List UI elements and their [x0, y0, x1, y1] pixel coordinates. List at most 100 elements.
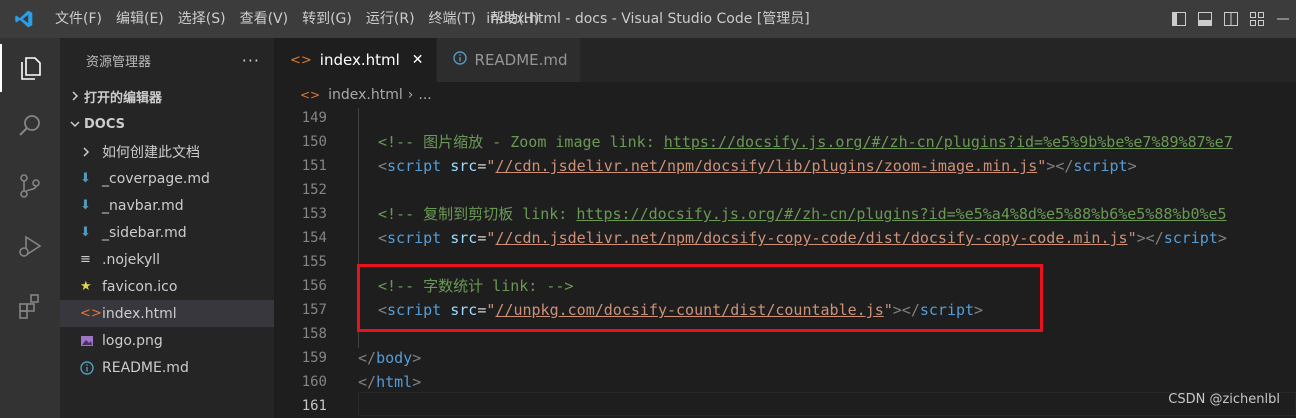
code-text: </html> — [358, 373, 422, 391]
line-number: 153 — [301, 206, 327, 222]
tree-item-label: _sidebar.md — [102, 224, 187, 241]
activity-bar — [0, 38, 60, 418]
menu-view[interactable]: 查看(V) — [233, 0, 296, 38]
tree-file-navbar[interactable]: ⬇ _navbar.md — [60, 192, 274, 219]
line-number: 157 — [301, 302, 327, 318]
code-text: <!-- 图片缩放 - Zoom image link: https://doc… — [378, 133, 1233, 151]
code-line: 153 <!-- 复制到剪切板 link: https://docsify.js… — [274, 202, 1296, 226]
tree-item-label: index.html — [102, 305, 177, 322]
html-icon: <> — [300, 88, 321, 102]
folder-section[interactable]: DOCS — [60, 110, 274, 138]
html-icon: <> — [80, 306, 102, 321]
menu-bar: 文件(F) 编辑(E) 选择(S) 查看(V) 转到(G) 运行(R) 终端(T… — [48, 0, 546, 38]
tree-item-label: .nojekyll — [102, 251, 161, 268]
minimize-icon[interactable] — [1270, 0, 1296, 38]
code-text: <script src="//cdn.jsdelivr.net/npm/docs… — [378, 157, 1137, 175]
tree-file-index[interactable]: <> index.html — [60, 300, 274, 327]
search-icon[interactable] — [0, 102, 60, 150]
explorer-title: 资源管理器 — [86, 54, 152, 70]
tree-file-nojekyll[interactable]: ≡ .nojekyll — [60, 246, 274, 273]
chevron-down-icon — [66, 118, 84, 130]
extensions-icon[interactable] — [0, 282, 60, 330]
tree-file-sidebar[interactable]: ⬇ _sidebar.md — [60, 219, 274, 246]
breadcrumb-separator: › — [407, 87, 414, 103]
code-line: 150 <!-- 图片缩放 - Zoom image link: https:/… — [274, 130, 1296, 154]
line-number: 155 — [301, 254, 327, 270]
toggle-secondary-sidebar-icon[interactable] — [1218, 0, 1244, 38]
tab-label: README.md — [474, 51, 568, 69]
script-src-link[interactable]: //cdn.jsdelivr.net/npm/docsify-copy-code… — [495, 229, 1127, 247]
tree-item-label: _navbar.md — [102, 197, 184, 214]
more-actions-icon[interactable]: ··· — [242, 51, 260, 70]
code-text: <script src="//cdn.jsdelivr.net/npm/docs… — [378, 229, 1227, 247]
comment-link[interactable]: https://docsify.js.org/#/zh-cn/plugins?i… — [664, 133, 1233, 151]
info-icon — [452, 51, 467, 69]
tree-item-label: favicon.ico — [102, 278, 178, 295]
tree-item-label: logo.png — [102, 332, 163, 349]
line-number: 161 — [301, 398, 327, 414]
menu-run[interactable]: 运行(R) — [359, 0, 422, 38]
code-line: 151 <script src="//cdn.jsdelivr.net/npm/… — [274, 154, 1296, 178]
breadcrumb-file[interactable]: index.html — [328, 87, 403, 103]
editor-tabs: <> index.html ✕ README.md — [274, 38, 1296, 82]
close-icon[interactable]: ✕ — [412, 52, 424, 68]
vscode-logo-icon — [0, 0, 48, 38]
line-number: 159 — [301, 350, 327, 366]
line-number: 160 — [301, 374, 327, 390]
layout-controls — [1166, 0, 1296, 38]
tree-file-coverpage[interactable]: ⬇ _coverpage.md — [60, 165, 274, 192]
code-editor[interactable]: 149 150 <!-- 图片缩放 - Zoom image link: htt… — [274, 108, 1296, 418]
tree-item-label: _coverpage.md — [102, 170, 210, 187]
open-editors-label: 打开的编辑器 — [84, 90, 163, 106]
script-src-link[interactable]: //cdn.jsdelivr.net/npm/docsify/lib/plugi… — [495, 157, 1037, 175]
tree-file-logo[interactable]: logo.png — [60, 327, 274, 354]
breadcrumb: <> index.html › ... — [274, 82, 1296, 108]
comment-link[interactable]: https://docsify.js.org/#/zh-cn/plugins?i… — [576, 205, 1226, 223]
code-text: </body> — [358, 349, 422, 367]
toggle-panel-icon[interactable] — [1192, 0, 1218, 38]
line-number: 154 — [301, 230, 327, 246]
code-line: 152 — [274, 178, 1296, 202]
star-icon: ★ — [80, 279, 92, 294]
menu-terminal[interactable]: 终端(T) — [422, 0, 483, 38]
chevron-right-icon — [66, 90, 84, 102]
line-number: 152 — [301, 182, 327, 198]
menu-edit[interactable]: 编辑(E) — [109, 0, 171, 38]
title-bar: 文件(F) 编辑(E) 选择(S) 查看(V) 转到(G) 运行(R) 终端(T… — [0, 0, 1296, 38]
customize-layout-icon[interactable] — [1244, 0, 1270, 38]
run-debug-icon[interactable] — [0, 222, 60, 270]
annotation-highlight-box — [357, 264, 1043, 332]
menu-go[interactable]: 转到(G) — [295, 0, 359, 38]
tree-folder-docs-guide[interactable]: 如何创建此文档 — [60, 138, 274, 165]
tab-readme-md[interactable]: README.md — [436, 38, 581, 82]
line-number: 151 — [301, 158, 327, 174]
image-icon — [80, 334, 102, 348]
tree-file-readme[interactable]: README.md — [60, 354, 274, 381]
explorer-icon[interactable] — [0, 44, 60, 92]
menu-selection[interactable]: 选择(S) — [171, 0, 233, 38]
source-control-icon[interactable] — [0, 162, 60, 210]
markdown-icon: ⬇ — [80, 198, 91, 213]
menu-file[interactable]: 文件(F) — [48, 0, 109, 38]
toggle-sidebar-icon[interactable] — [1166, 0, 1192, 38]
breadcrumb-rest[interactable]: ... — [418, 87, 431, 103]
explorer-sidebar: 资源管理器 ··· 打开的编辑器 DOCS 如何创建此文档 ⬇ _coverpa… — [60, 38, 274, 418]
tab-index-html[interactable]: <> index.html ✕ — [274, 38, 437, 82]
watermark: CSDN @zichenlbl — [1168, 392, 1280, 407]
markdown-icon: ⬇ — [80, 225, 91, 240]
open-editors-section[interactable]: 打开的编辑器 — [60, 82, 274, 110]
tree-item-label: 如何创建此文档 — [102, 144, 200, 161]
tree-file-favicon[interactable]: ★ favicon.ico — [60, 273, 274, 300]
folder-label: DOCS — [84, 116, 125, 132]
code-line: 161 — [274, 394, 1296, 418]
chevron-right-icon — [80, 146, 102, 158]
line-number: 149 — [301, 110, 327, 126]
line-number: 158 — [301, 326, 327, 342]
code-line: 154 <script src="//cdn.jsdelivr.net/npm/… — [274, 226, 1296, 250]
menu-help[interactable]: 帮助(H) — [483, 0, 546, 38]
code-line: 149 — [274, 108, 1296, 130]
code-line: 159 </body> — [274, 346, 1296, 370]
code-text: <!-- 复制到剪切板 link: https://docsify.js.org… — [378, 205, 1227, 223]
info-icon — [80, 360, 102, 375]
text-file-icon: ≡ — [80, 252, 91, 267]
